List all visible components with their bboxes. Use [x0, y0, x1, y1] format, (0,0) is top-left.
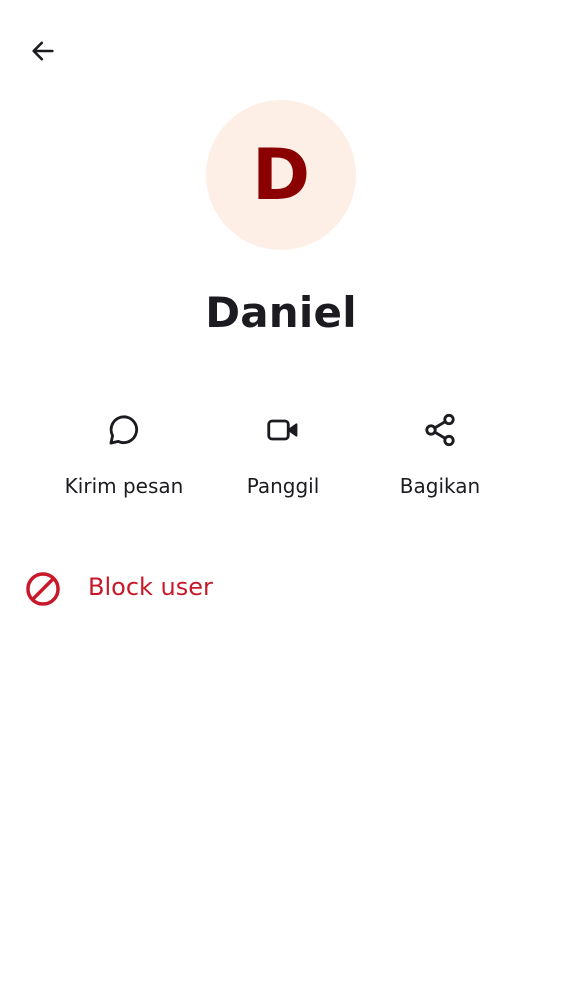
send-message-label: Kirim pesan — [64, 474, 184, 498]
share-button[interactable]: Bagikan — [365, 410, 515, 510]
call-label: Panggil — [246, 474, 320, 498]
avatar-initial: D — [251, 134, 311, 216]
contact-details-screen: D Daniel Kirim pesan Panggil Bagikan Blo… — [0, 0, 562, 1000]
avatar: D — [206, 100, 356, 250]
send-message-button[interactable]: Kirim pesan — [49, 410, 199, 510]
block-user-label: Block user — [88, 573, 213, 601]
contact-name: Daniel — [205, 288, 357, 337]
chat-bubble-icon — [104, 410, 144, 450]
video-camera-icon — [263, 410, 303, 450]
call-button[interactable]: Panggil — [208, 410, 358, 510]
arrow-left-icon — [32, 41, 54, 61]
block-icon — [26, 572, 60, 606]
back-button[interactable] — [22, 30, 64, 72]
action-bar: Kirim pesan Panggil Bagikan — [0, 410, 562, 510]
share-label: Bagikan — [399, 474, 481, 498]
block-user-button[interactable]: Block user — [0, 560, 562, 616]
share-icon — [420, 410, 460, 450]
